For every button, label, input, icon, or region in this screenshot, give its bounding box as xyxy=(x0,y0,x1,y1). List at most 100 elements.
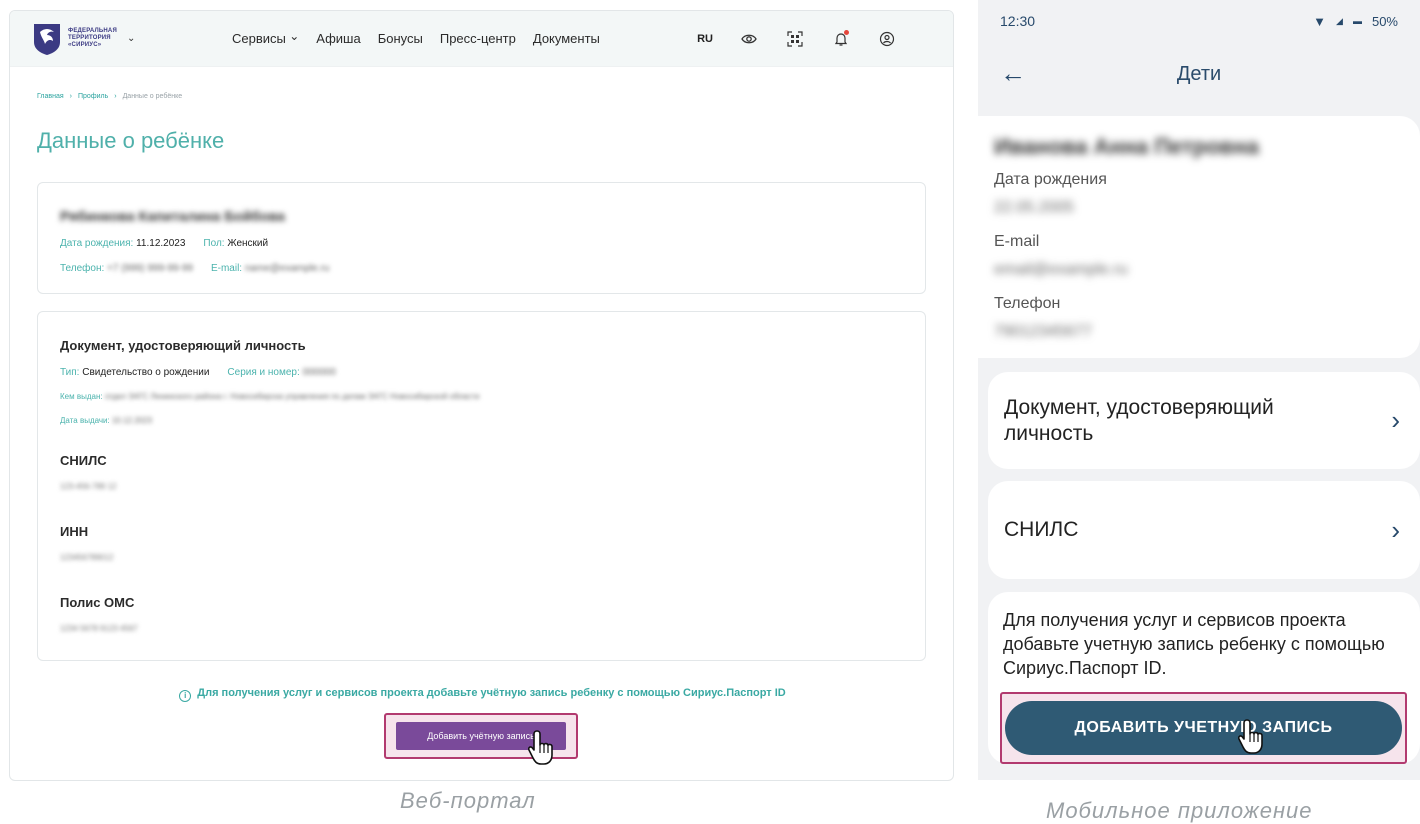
gender-value: Женский xyxy=(227,238,269,249)
nav-documents[interactable]: Документы xyxy=(533,31,600,46)
nav-press-center[interactable]: Пресс-центр xyxy=(440,31,516,46)
email-label: E-mail: xyxy=(210,263,243,274)
mobile-phone-value: 79012345677 xyxy=(994,323,1092,340)
nav-bonuses[interactable]: Бонусы xyxy=(378,31,423,46)
doc-row-issued: Кем выдан: отдел ЗАГС Ленинского района … xyxy=(60,392,479,401)
logo-line: «СИРИУС» xyxy=(68,42,102,48)
main-nav: Сервисы Афиша Бонусы Пресс-центр Докумен… xyxy=(232,31,600,46)
gender-field: Пол: Женский xyxy=(203,238,268,249)
mobile-app-screen: 12:30 ▼ ◢ ▬ 50% ← Дети Иванова Анна Петр… xyxy=(978,0,1420,780)
hand-cursor-icon xyxy=(1237,718,1268,756)
header-actions: RU xyxy=(697,29,931,49)
doc-date-label: Дата выдачи: xyxy=(60,416,110,425)
doc-series-label: Серия и номер: xyxy=(227,367,300,378)
qr-icon[interactable] xyxy=(785,29,805,49)
phone-field: Телефон: +7 (999) 999-99-99 xyxy=(60,263,193,274)
mobile-email-value: email@example.ru xyxy=(994,261,1128,278)
mobile-snils-item-label: СНИЛС xyxy=(1004,518,1079,541)
mobile-add-account-button[interactable]: ДОБАВИТЬ УЧЕТНУЮ ЗАПИСЬ xyxy=(1005,701,1402,755)
status-time: 12:30 xyxy=(1000,13,1036,29)
doc-type-value: Свидетельство о рождении xyxy=(82,367,210,378)
wifi-icon: ▼ xyxy=(1313,13,1327,29)
mobile-child-card: Иванова Анна Петровна Дата рождения 22.0… xyxy=(978,116,1420,358)
breadcrumb-separator-icon: › xyxy=(69,93,72,100)
signal-icon: ◢ xyxy=(1336,15,1343,26)
status-bar: 12:30 ▼ ◢ ▬ 50% xyxy=(978,0,1420,42)
inn-title: ИНН xyxy=(60,524,89,539)
logo-line: ФЕДЕРАЛЬНАЯ xyxy=(68,28,117,34)
breadcrumb-current: Данные о ребёнке xyxy=(122,93,183,100)
birth-field: Дата рождения: 11.12.2023 xyxy=(60,238,185,249)
mobile-top-bar: ← Дети xyxy=(978,52,1420,96)
mobile-doc-item-label: Документ, удостоверяющий личность xyxy=(1004,395,1274,445)
status-icons: ▼ ◢ ▬ 50% xyxy=(1313,14,1398,29)
chevron-right-icon: › xyxy=(1391,514,1400,545)
mobile-info-text: Для получения услуг и сервисов проекта д… xyxy=(1003,610,1385,678)
mobile-email-label: E-mail xyxy=(994,233,1040,250)
mobile-snils-item[interactable]: СНИЛС › xyxy=(988,481,1420,579)
web-info-text: Для получения услуг и сервисов проекта д… xyxy=(197,687,786,699)
sirius-logo-icon xyxy=(34,23,60,55)
info-icon: i xyxy=(179,690,192,702)
language-switch[interactable]: RU xyxy=(697,33,713,45)
logo-text: ФЕДЕРАЛЬНАЯ ТЕРРИТОРИЯ «СИРИУС» xyxy=(68,28,117,49)
child-name: Рябинкова Капиталина Бойбова xyxy=(60,208,285,224)
snils-value: 123-456-789 12 xyxy=(60,482,117,491)
web-header: ФЕДЕРАЛЬНАЯ ТЕРРИТОРИЯ «СИРИУС» ⌄ Сервис… xyxy=(10,11,953,67)
doc-series-field: Серия и номер: 000000 xyxy=(227,367,336,378)
logo-line: ТЕРРИТОРИЯ xyxy=(68,35,111,41)
user-icon[interactable] xyxy=(877,29,897,49)
web-caption: Веб-портал xyxy=(400,788,536,813)
birth-label: Дата рождения: xyxy=(60,238,134,249)
mobile-doc-item[interactable]: Документ, удостоверяющий личность › xyxy=(988,372,1420,469)
page-title: Данные о ребёнке xyxy=(37,128,225,153)
bell-icon[interactable] xyxy=(831,29,851,49)
mobile-birth-label: Дата рождения xyxy=(994,171,1107,188)
inn-value: 123456789012 xyxy=(60,553,114,562)
chevron-down-icon[interactable]: ⌄ xyxy=(127,33,135,44)
battery-icon: ▬ xyxy=(1352,16,1362,26)
mobile-child-name: Иванова Анна Петровна xyxy=(994,134,1259,159)
chevron-right-icon: › xyxy=(1391,405,1400,435)
oms-title: Полис ОМС xyxy=(60,595,135,610)
email-field: E-mail: name@example.ru xyxy=(211,263,330,274)
nav-services[interactable]: Сервисы xyxy=(232,31,299,46)
battery-level: 50% xyxy=(1371,13,1398,29)
web-info-message: i Для получения услуг и сервисов проекта … xyxy=(10,687,953,702)
doc-date-value: 10.12.2023 xyxy=(111,416,153,425)
mobile-button-highlight: ДОБАВИТЬ УЧЕТНУЮ ЗАПИСЬ xyxy=(1000,692,1407,764)
breadcrumb-separator-icon: › xyxy=(114,93,117,100)
email-value: name@example.ru xyxy=(244,263,330,274)
documents-card: Документ, удостоверяющий личность Тип: С… xyxy=(37,311,926,661)
mobile-caption: Мобильное приложение xyxy=(1046,798,1313,823)
breadcrumb: Главная › Профиль › Данные о ребёнке xyxy=(37,93,182,100)
doc-series-value: 000000 xyxy=(302,367,336,378)
mobile-screen-title: Дети xyxy=(1176,62,1222,85)
doc-row-date: Дата выдачи: 10.12.2023 xyxy=(60,416,152,425)
doc-date-field: Дата выдачи: 10.12.2023 xyxy=(60,416,152,425)
child-row-birth: Дата рождения: 11.12.2023 Пол: Женский xyxy=(60,238,268,249)
doc-issued-label: Кем выдан: xyxy=(60,392,103,401)
gender-label: Пол: xyxy=(203,238,225,249)
web-portal-window: ФЕДЕРАЛЬНАЯ ТЕРРИТОРИЯ «СИРИУС» ⌄ Сервис… xyxy=(9,10,954,781)
doc-section-title: Документ, удостоверяющий личность xyxy=(60,338,306,353)
eye-icon[interactable] xyxy=(739,29,759,49)
doc-row-type: Тип: Свидетельство о рождении Серия и но… xyxy=(60,367,336,378)
notification-dot xyxy=(844,29,849,35)
doc-issued-value: отдел ЗАГС Ленинского района г. Новосиби… xyxy=(104,392,480,401)
back-arrow-icon[interactable]: ← xyxy=(1000,58,1026,89)
breadcrumb-home[interactable]: Главная xyxy=(37,93,64,100)
logo[interactable]: ФЕДЕРАЛЬНАЯ ТЕРРИТОРИЯ «СИРИУС» ⌄ xyxy=(32,22,232,56)
nav-events[interactable]: Афиша xyxy=(316,31,360,46)
doc-issued-field: Кем выдан: отдел ЗАГС Ленинского района … xyxy=(60,392,479,401)
oms-value: 1234 5678 9123 4567 xyxy=(60,624,138,633)
doc-type-field: Тип: Свидетельство о рождении xyxy=(60,367,209,378)
doc-type-label: Тип: xyxy=(60,367,80,378)
phone-value: +7 (999) 999-99-99 xyxy=(107,263,193,274)
mobile-phone-label: Телефон xyxy=(994,295,1061,312)
birth-value: 11.12.2023 xyxy=(136,238,186,249)
breadcrumb-profile[interactable]: Профиль xyxy=(78,93,108,100)
child-row-contacts: Телефон: +7 (999) 999-99-99 E-mail: name… xyxy=(60,263,330,274)
phone-label: Телефон: xyxy=(60,263,105,274)
mobile-birth-value: 22.05.2005 xyxy=(994,199,1075,216)
